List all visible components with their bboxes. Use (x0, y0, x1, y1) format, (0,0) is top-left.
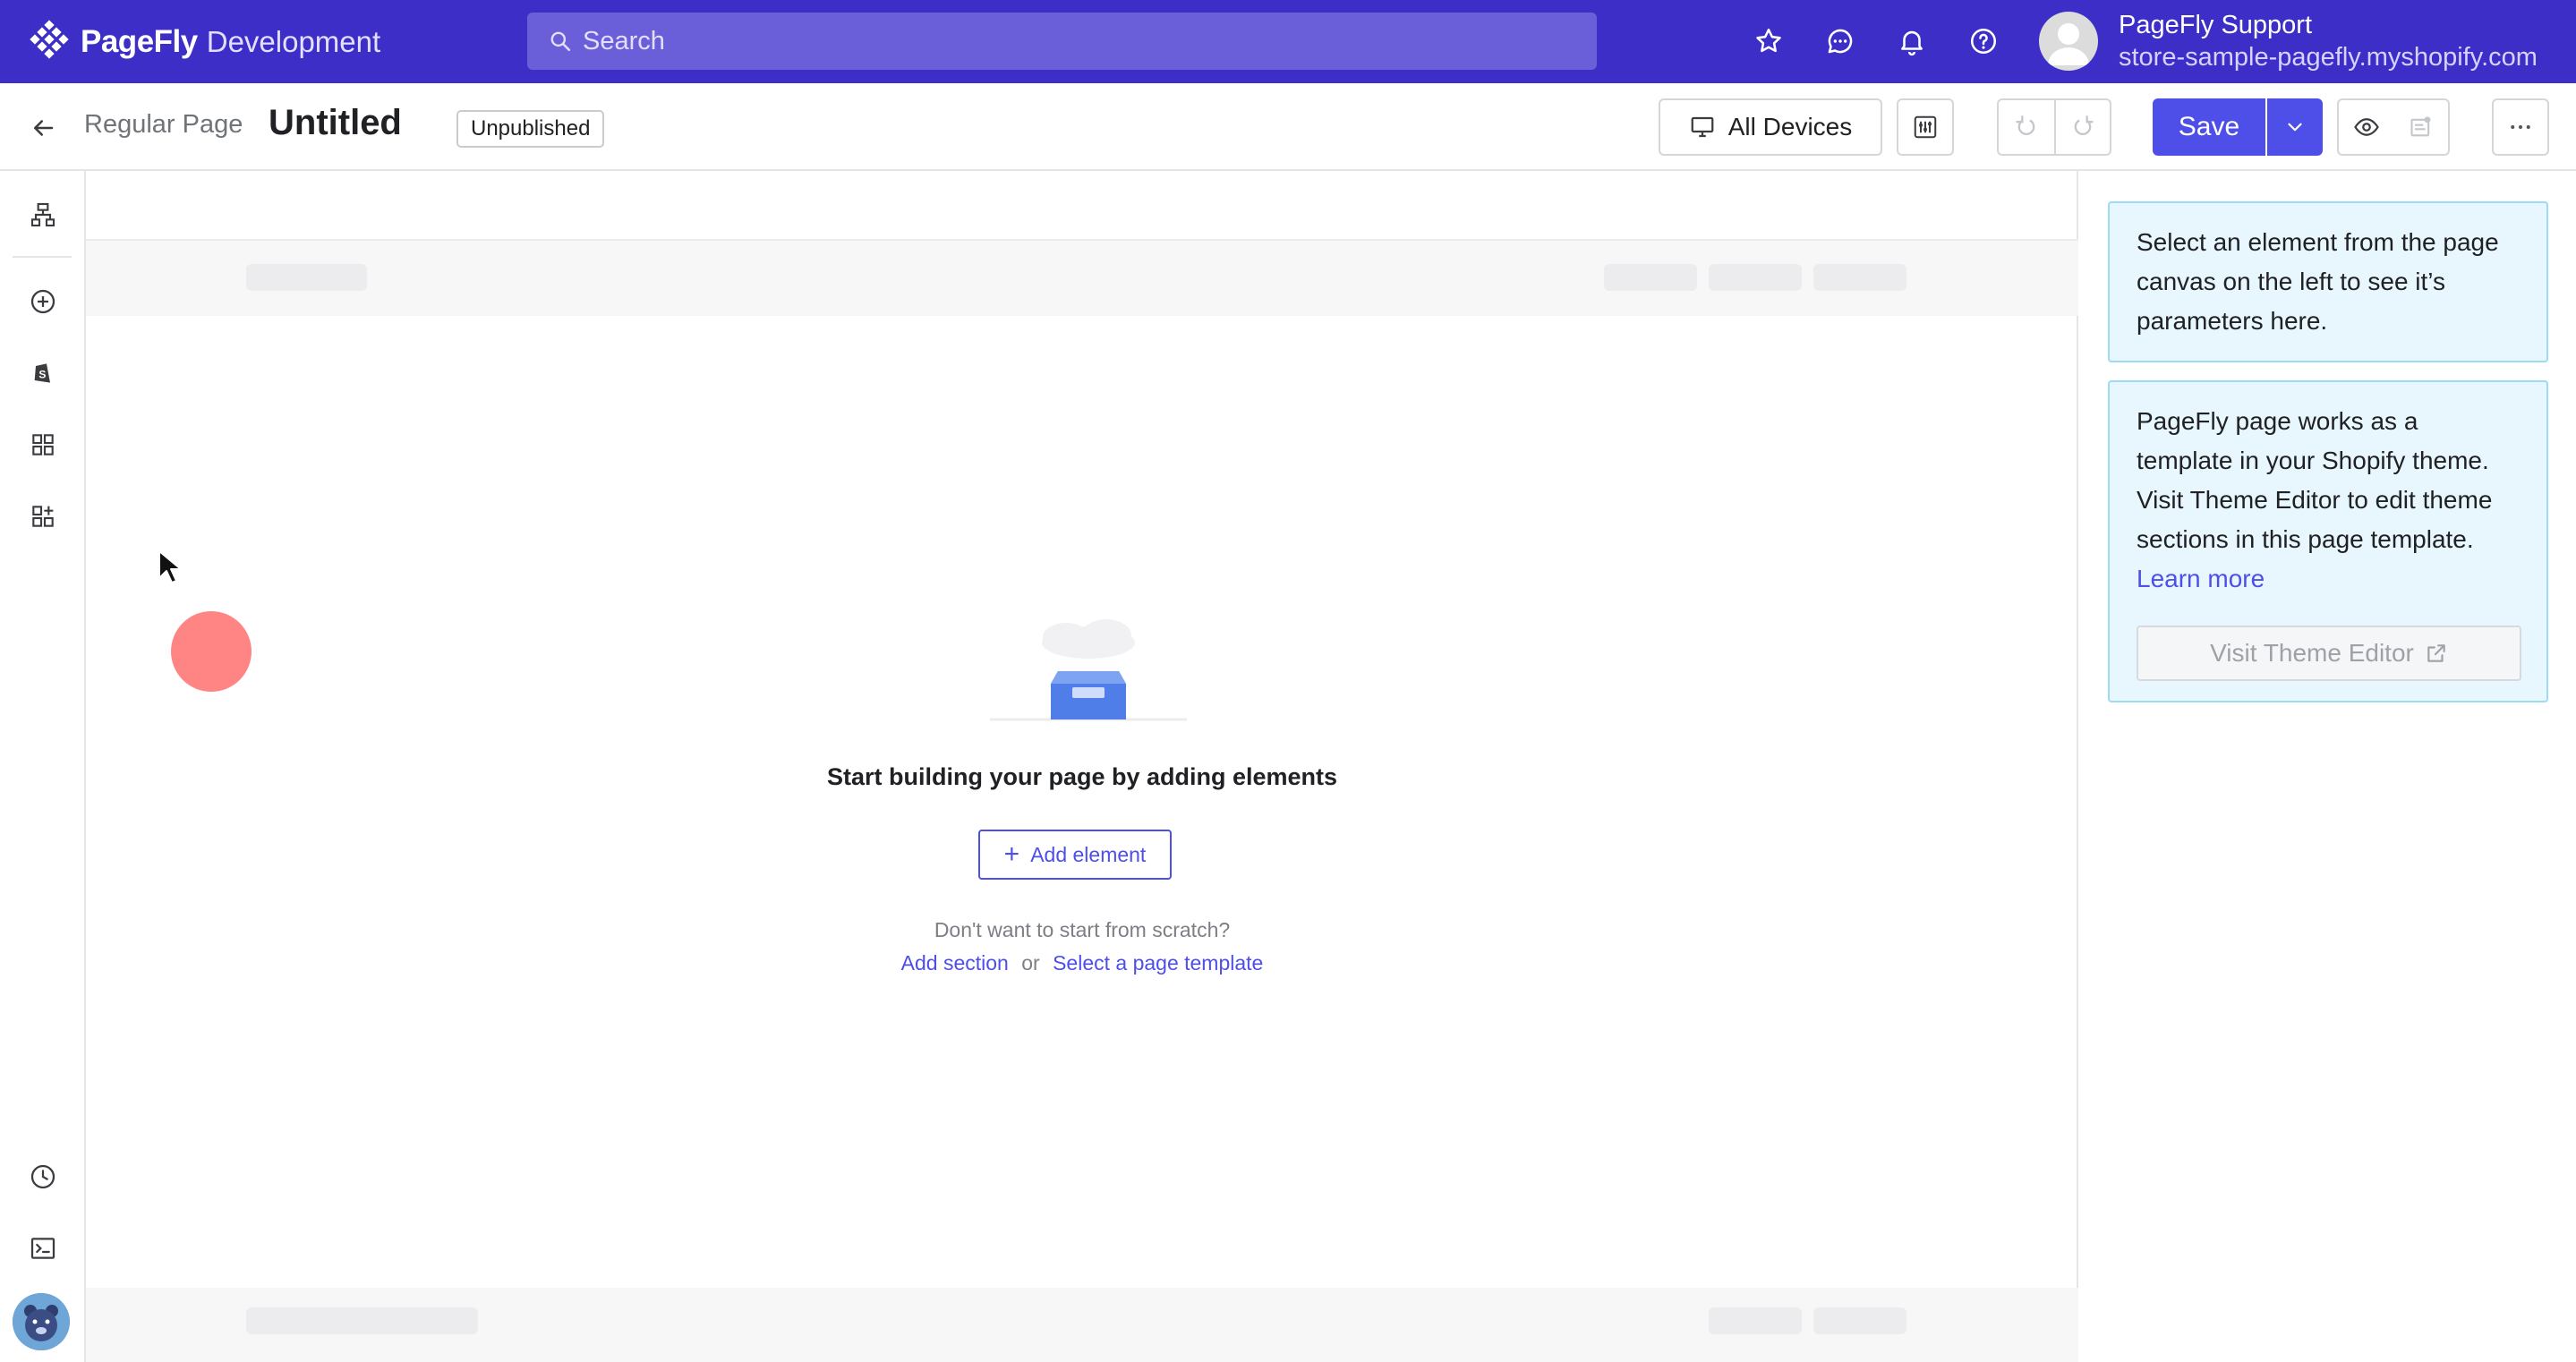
chat-button[interactable] (1820, 21, 1861, 62)
pagefly-logo-icon (30, 20, 69, 59)
skeleton-bar (1813, 1307, 1906, 1334)
sidebar-item-custom-code[interactable] (25, 1230, 61, 1266)
skeleton-bar (246, 1307, 478, 1334)
preview-button[interactable] (2339, 100, 2393, 154)
mascot-avatar[interactable] (13, 1293, 70, 1350)
search-bar[interactable] (527, 13, 1597, 70)
undo-redo-group (1997, 98, 2111, 156)
page-canvas[interactable]: Start building your page by adding eleme… (86, 171, 2078, 1362)
svg-text:S: S (38, 368, 46, 380)
header-placeholder (86, 239, 2078, 316)
bell-icon (1901, 30, 1923, 56)
user-store-domain[interactable]: store-sample-pagefly.myshopify.com (2119, 43, 2538, 72)
scratch-links: Add section or Select a page template (86, 951, 2078, 975)
sitemap-icon (30, 202, 55, 227)
search-icon (550, 31, 571, 52)
visit-theme-editor-button[interactable]: Visit Theme Editor (2137, 626, 2521, 681)
page-type-label: Regular Page (84, 110, 243, 139)
select-element-hint: Select an element from the page canvas o… (2108, 201, 2548, 362)
page-settings-button[interactable] (1897, 98, 1954, 156)
user-avatar[interactable] (2039, 12, 2098, 71)
skeleton-bar (1604, 264, 1697, 291)
sidebar-item-sections[interactable] (25, 427, 61, 463)
arrow-left-icon (34, 120, 54, 136)
save-options-button[interactable] (2267, 98, 2323, 156)
all-devices-button[interactable]: All Devices (1659, 98, 1882, 156)
redo-button[interactable] (2054, 100, 2110, 154)
chevron-down-icon (2288, 123, 2302, 132)
visit-theme-editor-label: Visit Theme Editor (2210, 639, 2414, 667)
skeleton-bar (1709, 264, 1802, 291)
footer-placeholder (86, 1288, 2078, 1362)
mouse-cursor-icon (158, 550, 181, 583)
brand[interactable]: PageFly Development (27, 20, 380, 64)
sidebar-item-history[interactable] (25, 1159, 61, 1195)
add-element-button[interactable]: + Add element (978, 830, 1172, 880)
select-template-link[interactable]: Select a page template (1053, 951, 1263, 975)
left-sidebar: S (0, 171, 86, 1362)
add-section-link[interactable]: Add section (901, 951, 1009, 975)
skeleton-bar (1709, 1307, 1802, 1334)
or-text: or (1021, 951, 1040, 975)
external-link-icon (2427, 644, 2445, 662)
sidebar-item-apps[interactable] (25, 498, 61, 534)
skeleton-bar (1813, 264, 1906, 291)
properties-panel: Select an element from the page canvas o… (2078, 171, 2576, 1362)
sidebar-divider (13, 256, 72, 258)
clock-icon (30, 1164, 55, 1189)
status-badge: Unpublished (456, 110, 605, 148)
help-button[interactable] (1963, 21, 2004, 62)
favorites-button[interactable] (1748, 21, 1789, 62)
undo-icon (2016, 115, 2035, 136)
chat-icon (1828, 29, 1853, 54)
eye-icon (2353, 118, 2379, 136)
back-button[interactable] (25, 110, 61, 146)
grid-icon (32, 434, 54, 455)
save-button[interactable]: Save (2153, 98, 2265, 156)
search-input[interactable] (583, 26, 1567, 56)
terminal-icon (30, 1238, 55, 1259)
redo-icon (2074, 115, 2094, 136)
user-name[interactable]: PageFly Support (2119, 11, 2312, 40)
skeleton-bar (246, 264, 367, 291)
click-indicator (171, 611, 252, 692)
more-horizontal-icon (2511, 125, 2530, 129)
more-options-button[interactable] (2492, 98, 2549, 156)
monitor-icon (1691, 116, 1714, 138)
sidebar-item-page-outline[interactable] (25, 197, 61, 233)
empty-box-illustration (990, 619, 1187, 721)
bear-mascot-icon (13, 1293, 70, 1350)
notifications-button[interactable] (1891, 21, 1932, 62)
help-icon (1970, 28, 1997, 55)
page-toolbar: Regular Page Untitled Unpublished All De… (0, 83, 2576, 171)
page-title[interactable]: Untitled (269, 103, 402, 143)
empty-state-title: Start building your page by adding eleme… (826, 763, 1338, 790)
publish-icon (2410, 116, 2430, 137)
brand-name: PageFly (81, 24, 198, 59)
theme-template-info: PageFly page works as a template in your… (2108, 380, 2548, 702)
theme-template-info-text: PageFly page works as a template in your… (2137, 407, 2493, 553)
environment-label: Development (206, 25, 381, 58)
sidebar-item-shopify[interactable]: S (25, 355, 61, 391)
select-element-hint-text: Select an element from the page canvas o… (2137, 228, 2499, 335)
learn-more-link[interactable]: Learn more (2137, 565, 2265, 592)
star-icon (1756, 28, 1781, 53)
add-widget-icon (32, 506, 54, 527)
add-circle-icon (30, 289, 55, 314)
user-avatar-icon (2048, 23, 2089, 65)
publish-button[interactable] (2393, 100, 2448, 154)
sidebar-item-add-element[interactable] (25, 284, 61, 319)
undo-button[interactable] (1999, 100, 2054, 154)
shopify-icon: S (34, 363, 50, 383)
sliders-icon (1914, 115, 1937, 139)
plus-icon: + (1003, 839, 1020, 869)
add-element-label: Add element (1030, 842, 1147, 866)
scratch-question: Don't want to start from scratch? (934, 918, 1231, 941)
all-devices-label: All Devices (1727, 113, 1853, 140)
preview-group (2337, 98, 2450, 156)
top-navigation-bar: PageFly Development PageFly Support stor… (0, 0, 2576, 83)
